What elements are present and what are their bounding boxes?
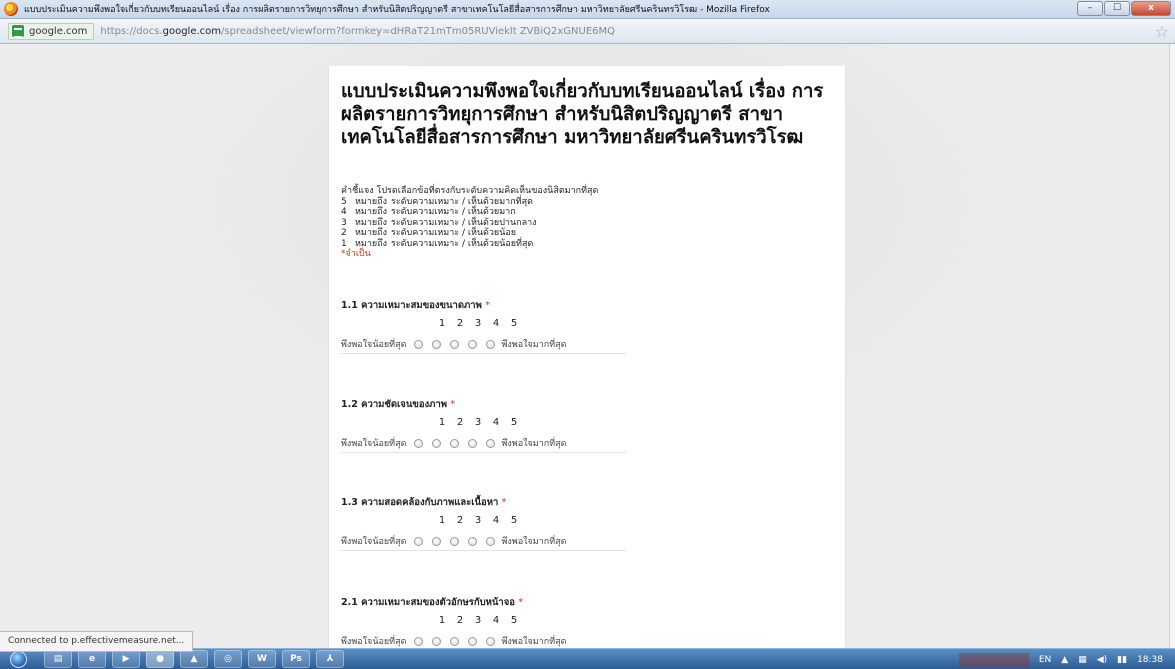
firefox-taskbar-icon[interactable]: ● bbox=[146, 650, 174, 668]
radio-option-3[interactable] bbox=[445, 339, 463, 349]
radio-option-4[interactable] bbox=[463, 536, 481, 546]
scale-numbers: 12345 bbox=[438, 615, 518, 626]
bookmark-star-icon[interactable]: ☆ bbox=[1155, 22, 1169, 41]
legend-row: 3 หมายถึง ระดับความเหมาะ / เห็นด้วยปานกลาง bbox=[341, 217, 537, 228]
photo-viewer-icon[interactable]: ▲ bbox=[180, 650, 208, 668]
taskbar-apps: ▤ e ▶ ● ▲ ◎ W Ps ⅄ bbox=[44, 650, 344, 668]
rating-scale: พึงพอใจน้อยที่สุด พึงพอใจมากที่สุด bbox=[341, 534, 566, 548]
divider bbox=[341, 550, 626, 551]
high-label: พึงพอใจมากที่สุด bbox=[501, 637, 567, 647]
scale-numbers: 12345 bbox=[438, 417, 518, 428]
radio-option-1[interactable] bbox=[409, 536, 427, 546]
radio-option-1[interactable] bbox=[409, 438, 427, 448]
radio-option-5[interactable] bbox=[481, 536, 499, 546]
url-path: /spreadsheet/viewform?formkey=dHRaT21mTm… bbox=[221, 25, 616, 37]
clock[interactable]: 18:38 bbox=[1137, 655, 1163, 665]
low-label: พึงพอใจน้อยที่สุด bbox=[341, 439, 407, 449]
question-block: 2.1 ความเหมาะสมของตัวอักษรกับหน้าจอ * 12… bbox=[341, 595, 821, 647]
rating-scale: พึงพอใจน้อยที่สุด พึงพอใจมากที่สุด bbox=[341, 337, 566, 351]
form-title: แบบประเมินความพึงพอใจเกี่ยวกับบทเรียนออน… bbox=[341, 81, 824, 148]
required-note: *จำเป็น bbox=[341, 249, 371, 259]
site-identity[interactable]: google.com bbox=[8, 22, 95, 40]
start-button[interactable] bbox=[0, 649, 36, 669]
form-card: แบบประเมินความพึงพอใจเกี่ยวกับบทเรียนออน… bbox=[328, 66, 846, 652]
google-docs-icon bbox=[12, 25, 24, 38]
window-title-bar: แบบประเมินความพึงพอใจเกี่ยวกับบทเรียนออน… bbox=[0, 0, 1175, 19]
browser-icon[interactable]: ◎ bbox=[214, 650, 242, 668]
word-icon[interactable]: W bbox=[248, 650, 276, 668]
form-description: คำชี้แจง โปรดเลือกข้อที่ตรงกับระดับความค… bbox=[341, 186, 598, 260]
radio-option-1[interactable] bbox=[409, 339, 427, 349]
scale-numbers: 12345 bbox=[438, 515, 518, 526]
rating-scale: พึงพอใจน้อยที่สุด พึงพอใจมากที่สุด bbox=[341, 436, 566, 450]
radio-option-3[interactable] bbox=[445, 536, 463, 546]
internet-explorer-icon[interactable]: e bbox=[78, 650, 106, 668]
question-title: 1.1 ความเหมาะสมของขนาดภาพ * bbox=[341, 300, 490, 311]
question-title: 1.3 ความสอดคล้องกับภาพและเนื้อหา * bbox=[341, 497, 507, 508]
high-label: พึงพอใจมากที่สุด bbox=[501, 439, 567, 449]
window-title: แบบประเมินความพึงพอใจเกี่ยวกับบทเรียนออน… bbox=[24, 5, 770, 15]
url-text[interactable]: https://docs.google.com/spreadsheet/view… bbox=[100, 26, 615, 37]
site-domain: google.com bbox=[29, 25, 88, 37]
instruction-text: คำชี้แจง โปรดเลือกข้อที่ตรงกับระดับความค… bbox=[341, 186, 599, 196]
low-label: พึงพอใจน้อยที่สุด bbox=[341, 340, 407, 350]
url-prefix: https://docs. bbox=[100, 25, 163, 37]
media-player-icon[interactable]: ▶ bbox=[112, 650, 140, 668]
scrollbar[interactable] bbox=[1169, 44, 1175, 652]
tray-expand-icon[interactable]: ▲ bbox=[1061, 655, 1068, 665]
scale-numbers: 12345 bbox=[438, 318, 518, 329]
explorer-icon[interactable]: ▤ bbox=[44, 650, 72, 668]
legend-row: 1 หมายถึง ระดับความเหมาะ / เห็นด้วยน้อยที่… bbox=[341, 238, 534, 249]
page-content: แบบประเมินความพึงพอใจเกี่ยวกับบทเรียนออน… bbox=[0, 44, 1175, 652]
minimize-button[interactable]: – bbox=[1077, 1, 1103, 16]
radio-option-4[interactable] bbox=[463, 636, 481, 646]
radio-option-3[interactable] bbox=[445, 636, 463, 646]
question-block: 1.1 ความเหมาะสมของขนาดภาพ * 12345 พึงพอใ… bbox=[341, 298, 821, 354]
low-label: พึงพอใจน้อยที่สุด bbox=[341, 537, 407, 547]
high-label: พึงพอใจมากที่สุด bbox=[501, 537, 567, 547]
legend-row: 4 หมายถึง ระดับความเหมาะ / เห็นด้วยมาก bbox=[341, 207, 516, 217]
high-label: พึงพอใจมากที่สุด bbox=[501, 340, 567, 350]
network-icon[interactable]: ▦ bbox=[1078, 655, 1087, 665]
radio-option-5[interactable] bbox=[481, 438, 499, 448]
radio-option-2[interactable] bbox=[427, 438, 445, 448]
window-controls: – ☐ x bbox=[1077, 1, 1171, 16]
question-block: 1.2 ความชัดเจนของภาพ * 12345 พึงพอใจน้อย… bbox=[341, 397, 821, 453]
signal-icon[interactable]: ▮▮ bbox=[1117, 655, 1127, 665]
question-block: 1.3 ความสอดคล้องกับภาพและเนื้อหา * 12345… bbox=[341, 495, 821, 551]
radio-option-3[interactable] bbox=[445, 438, 463, 448]
system-tray: EN ▲ ▦ ◀) ▮▮ 18:38 bbox=[958, 649, 1175, 669]
pdf-icon[interactable]: ⅄ bbox=[316, 650, 344, 668]
legend-row: 5 หมายถึง ระดับความเหมาะ / เห็นด้วยมากที่ส… bbox=[341, 196, 533, 207]
rating-scale: พึงพอใจน้อยที่สุด พึงพอใจมากที่สุด bbox=[341, 634, 566, 648]
low-label: พึงพอใจน้อยที่สุด bbox=[341, 637, 407, 647]
volume-icon[interactable]: ◀) bbox=[1097, 655, 1107, 665]
legend-row: 2 หมายถึง ระดับความเหมาะ / เห็นด้วยน้อย bbox=[341, 228, 517, 238]
maximize-button[interactable]: ☐ bbox=[1104, 1, 1130, 16]
radio-option-5[interactable] bbox=[481, 339, 499, 349]
windows-logo-icon bbox=[9, 650, 27, 668]
radio-option-5[interactable] bbox=[481, 636, 499, 646]
photoshop-icon[interactable]: Ps bbox=[282, 650, 310, 668]
tray-block bbox=[958, 652, 1029, 667]
radio-option-2[interactable] bbox=[427, 536, 445, 546]
firefox-icon bbox=[4, 2, 18, 16]
radio-option-2[interactable] bbox=[427, 339, 445, 349]
divider bbox=[341, 353, 626, 354]
close-button[interactable]: x bbox=[1131, 1, 1171, 16]
divider bbox=[341, 452, 626, 453]
radio-option-1[interactable] bbox=[409, 636, 427, 646]
question-title: 2.1 ความเหมาะสมของตัวอักษรกับหน้าจอ * bbox=[341, 597, 524, 608]
language-indicator[interactable]: EN bbox=[1039, 655, 1051, 665]
radio-option-4[interactable] bbox=[463, 438, 481, 448]
url-domain: google.com bbox=[162, 25, 222, 37]
status-text: Connected to p.effectivemeasure.net... bbox=[0, 631, 194, 652]
radio-option-4[interactable] bbox=[463, 339, 481, 349]
radio-option-2[interactable] bbox=[427, 636, 445, 646]
question-title: 1.2 ความชัดเจนของภาพ * bbox=[341, 399, 456, 410]
address-bar[interactable]: google.com https://docs.google.com/sprea… bbox=[0, 19, 1175, 44]
